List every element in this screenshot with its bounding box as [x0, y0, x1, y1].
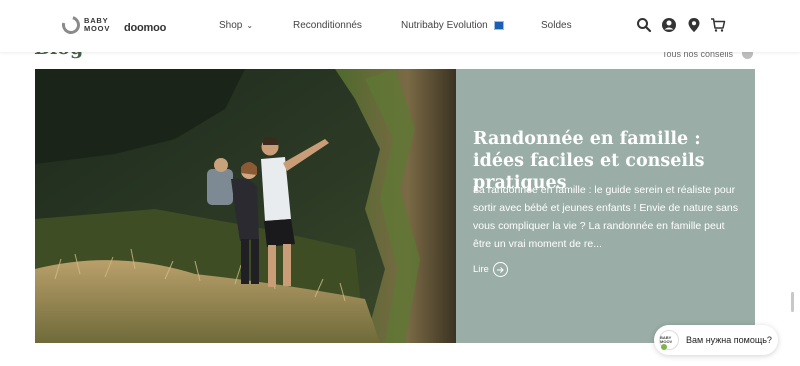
read-more-label: Lire — [473, 264, 489, 275]
nav-item-label: Reconditionnés — [293, 20, 362, 31]
site-header: BABY MOOV doomoo Shop ⌄ Reconditionnés Nu… — [0, 0, 800, 52]
new-badge-icon — [493, 20, 504, 30]
chat-avatar-logo: BABY MOOV — [660, 335, 673, 344]
article-excerpt: La randonnée en famille : le guide serei… — [473, 184, 738, 250]
search-icon[interactable] — [636, 17, 652, 33]
nav-item-soldes[interactable]: Soldes — [541, 20, 572, 31]
logo-line-2: MOOV — [84, 24, 111, 33]
babymoov-logo[interactable]: BABY MOOV — [58, 12, 111, 38]
account-icon[interactable] — [661, 17, 677, 33]
nav-item-label: Shop — [219, 20, 243, 31]
read-more-link[interactable]: Lire — [473, 262, 508, 277]
online-status-icon — [661, 344, 667, 350]
store-locator-icon[interactable] — [686, 17, 702, 33]
chat-avatar: BABY MOOV — [659, 330, 679, 350]
hiking-family-photo — [35, 69, 456, 343]
page-scrollbar[interactable] — [791, 292, 794, 312]
cart-icon[interactable] — [710, 17, 726, 33]
nav-item-label: Nutribaby Evolution — [401, 20, 488, 31]
help-chat-button[interactable]: BABY MOOV Вам нужна помощь? — [654, 325, 778, 355]
doomoo-logo[interactable]: doomoo — [124, 22, 166, 34]
babymoov-logo-icon — [58, 12, 84, 38]
article-image[interactable] — [35, 69, 456, 343]
chevron-down-icon: ⌄ — [246, 21, 254, 30]
nav-item-label: Soldes — [541, 20, 572, 31]
nav-item-reconditionnes[interactable]: Reconditionnés — [293, 20, 362, 31]
arrow-right-icon — [492, 262, 508, 277]
chat-label: Вам нужна помощь? — [686, 335, 772, 345]
article-card[interactable]: Randonnée en famille : idées faciles et … — [456, 69, 755, 343]
nav-item-nutribaby-evolution[interactable]: Nutribaby Evolution — [401, 20, 504, 31]
nav-item-shop[interactable]: Shop ⌄ — [219, 20, 253, 31]
